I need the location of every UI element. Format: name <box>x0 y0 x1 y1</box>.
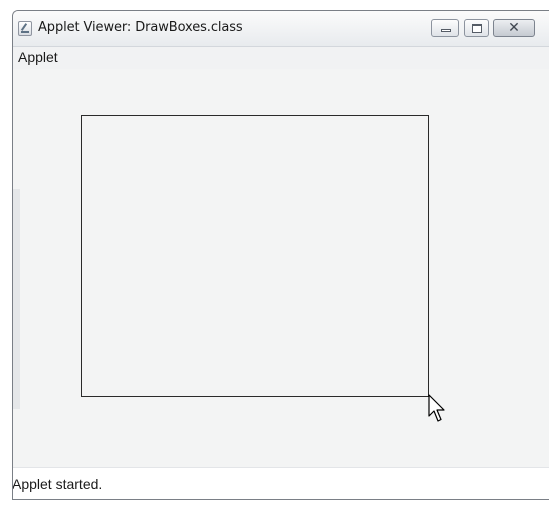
minimize-button[interactable] <box>431 19 459 37</box>
canvas-edge-shade <box>13 189 20 409</box>
menu-bar: Applet <box>13 47 549 69</box>
applet-viewer-window: Applet Viewer: DrawBoxes.class ✕ Applet … <box>12 10 549 500</box>
window-title: Applet Viewer: DrawBoxes.class <box>38 20 243 35</box>
status-text: Applet started. <box>12 476 103 492</box>
status-bar: Applet started. <box>12 467 549 499</box>
maximize-icon <box>472 24 482 33</box>
drawn-rectangle <box>81 115 429 397</box>
menu-applet[interactable]: Applet <box>18 49 58 65</box>
applet-canvas[interactable] <box>13 69 549 467</box>
title-bar[interactable]: Applet Viewer: DrawBoxes.class ✕ <box>13 11 549 47</box>
java-applet-icon[interactable] <box>18 21 32 36</box>
minimize-icon <box>441 29 451 32</box>
mouse-pointer-icon <box>428 394 445 422</box>
maximize-button[interactable] <box>464 19 489 37</box>
close-button[interactable]: ✕ <box>493 19 535 37</box>
close-icon: ✕ <box>508 20 520 36</box>
